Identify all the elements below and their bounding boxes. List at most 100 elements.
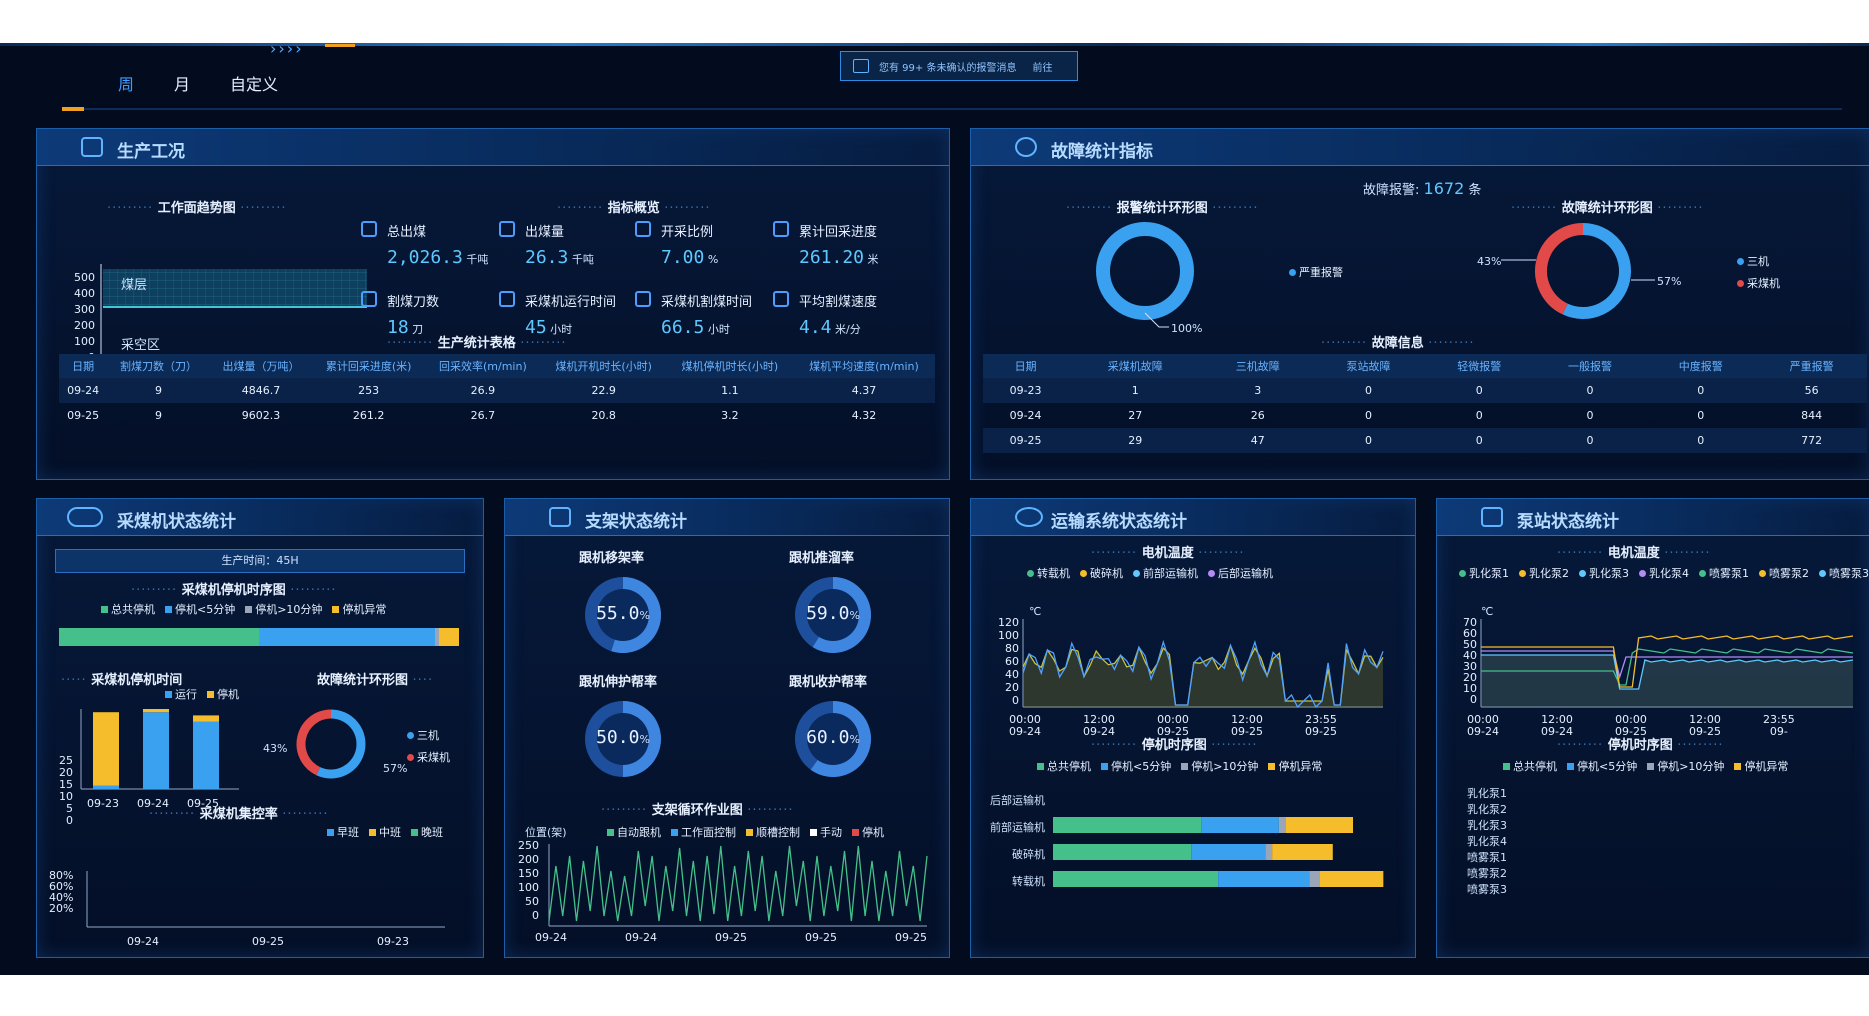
legend-item[interactable]: 喷雾泵2	[1759, 565, 1809, 581]
seq-segment[interactable]	[259, 628, 435, 646]
legend-item[interactable]: 停机	[852, 824, 884, 840]
legend-item[interactable]: 顺槽控制	[746, 824, 800, 840]
legend-label: 停机>10分钟	[1191, 760, 1259, 773]
ring-segment[interactable]	[296, 709, 332, 776]
table-row[interactable]: 09-23 1 3 0 0 0 0 56	[983, 378, 1867, 403]
cluster-legend: 早班 中班 晚班	[327, 824, 443, 840]
column-header[interactable]: 日期	[59, 354, 108, 378]
run-bar[interactable]	[93, 785, 119, 789]
seq-segment[interactable]	[1053, 844, 1192, 860]
legend-item[interactable]: 前部运输机	[1133, 565, 1198, 581]
legend-item[interactable]: 后部运输机	[1208, 565, 1273, 581]
tab-custom[interactable]: 自定义	[230, 71, 278, 95]
shearer-icon	[67, 507, 103, 527]
legend-item[interactable]: 停机<5分钟	[1567, 758, 1637, 774]
goto-link[interactable]: 前往	[1032, 59, 1052, 74]
legend-item[interactable]: 总共停机	[1037, 758, 1091, 774]
legend-label: 破碎机	[1090, 567, 1123, 580]
metric-icon	[361, 221, 377, 237]
column-header[interactable]: 煤机平均速度(m/min)	[792, 354, 935, 378]
metric-label: 割煤刀数	[387, 295, 440, 310]
column-header[interactable]: 出煤量（万吨）	[209, 354, 313, 378]
seq-segment[interactable]	[1319, 871, 1384, 887]
tab-week[interactable]: 周	[118, 71, 134, 95]
seq-segment[interactable]	[1218, 871, 1310, 887]
stop-bar[interactable]	[143, 709, 169, 713]
stop-bar[interactable]	[93, 712, 119, 786]
temp-y-tick: 0	[1012, 694, 1019, 707]
run-bar[interactable]	[193, 721, 219, 789]
seq-segment[interactable]	[439, 628, 459, 646]
seq-segment[interactable]	[1053, 817, 1202, 833]
column-header[interactable]: 严重报警	[1756, 354, 1867, 378]
seq-segment[interactable]	[1309, 871, 1320, 887]
tab-month[interactable]: 月	[174, 71, 190, 95]
table-cell: 0	[1364, 409, 1372, 422]
legend-item[interactable]: 乳化泵4	[1639, 565, 1689, 581]
seq-segment[interactable]	[1191, 844, 1266, 860]
trend-y-tick: 200	[74, 319, 95, 332]
legend-item[interactable]: 自动跟机	[607, 824, 661, 840]
legend-item[interactable]: 总共停机	[101, 601, 155, 617]
fault-panel: 故障统计指标 故障报警: 1672 条 ········· 报警统计环形图 ··…	[970, 128, 1869, 480]
legend-item[interactable]: 停机>10分钟	[1181, 758, 1258, 774]
column-header[interactable]: 日期	[983, 354, 1069, 378]
legend-item[interactable]: 乳化泵2	[1519, 565, 1569, 581]
bar-chart-icon	[1481, 507, 1503, 527]
seq-segment[interactable]	[1053, 871, 1219, 887]
legend-item[interactable]: 转载机	[1027, 565, 1070, 581]
legend-item[interactable]: 停机>10分钟	[1647, 758, 1724, 774]
panel-title: 运输系统状态统计	[1051, 512, 1187, 532]
column-header[interactable]: 回采效率(m/min)	[425, 354, 541, 378]
legend-item[interactable]: 停机异常	[1268, 758, 1322, 774]
run-bar[interactable]	[143, 712, 169, 789]
seq-segment[interactable]	[1272, 844, 1333, 860]
legend-item[interactable]: 乳化泵3	[1579, 565, 1629, 581]
support-panel: 支架状态统计 跟机移架率 55.0% 跟机推溜率 59.0% 跟机伸护帮率 50.0% 跟机…	[504, 498, 950, 958]
column-header[interactable]: 轻微报警	[1423, 354, 1535, 378]
legend-item[interactable]: 停机<5分钟	[165, 601, 235, 617]
legend-item[interactable]: 停机>10分钟	[245, 601, 322, 617]
metric-icon	[773, 221, 789, 237]
legend-item[interactable]: 喷雾泵3	[1819, 565, 1869, 581]
seq-segment[interactable]	[1201, 817, 1279, 833]
column-header[interactable]: 一般报警	[1534, 354, 1646, 378]
seq-segment[interactable]	[1278, 817, 1286, 833]
legend-item[interactable]: 停机异常	[1734, 758, 1788, 774]
production-table-title: ········· 生产统计表格 ·········	[387, 336, 567, 351]
legend-item[interactable]: 喷雾泵1	[1699, 565, 1749, 581]
column-header[interactable]: 累计回采进度(米)	[312, 354, 426, 378]
cycle-line[interactable]	[548, 845, 928, 922]
seq-segment[interactable]	[1265, 844, 1273, 860]
table-row[interactable]: 09-24 9 4846.7 253 26.9 22.9 1.1 4.37	[59, 378, 935, 403]
table-row[interactable]: 09-24 27 26 0 0 0 0 844	[983, 403, 1867, 428]
legend-item[interactable]: 破碎机	[1080, 565, 1123, 581]
metric-unit: 米	[864, 253, 879, 266]
transport-temp-legend: 转载机 破碎机 前部运输机 后部运输机	[1027, 565, 1273, 581]
column-header[interactable]: 煤机停机时长(小时)	[666, 354, 793, 378]
alarm-notification[interactable]: 您有 99+ 条未确认的报警消息 前往	[840, 51, 1078, 81]
legend-item[interactable]: 乳化泵1	[1459, 565, 1509, 581]
ring-segment[interactable]	[316, 709, 366, 779]
column-header[interactable]: 三机故障	[1202, 354, 1314, 378]
stop-bar[interactable]	[193, 715, 219, 722]
column-header[interactable]: 煤机开机时长(小时)	[540, 354, 667, 378]
legend-label: 工作面控制	[681, 826, 736, 839]
column-header[interactable]: 泵站故障	[1313, 354, 1424, 378]
legend-item[interactable]: 停机<5分钟	[1101, 758, 1171, 774]
table-row[interactable]: 09-25 9 9602.3 261.2 26.7 20.8 3.2 4.32	[59, 403, 935, 428]
table-cell: 26.9	[425, 378, 541, 403]
legend-item[interactable]: 总共停机	[1503, 758, 1557, 774]
table-row[interactable]: 09-25 29 47 0 0 0 0 772	[983, 428, 1867, 453]
column-header[interactable]: 割煤刀数（刀）	[107, 354, 210, 378]
seq-segment[interactable]	[59, 628, 259, 646]
table-cell: 9	[107, 378, 210, 403]
legend-item[interactable]: 手动	[810, 824, 842, 840]
column-header[interactable]: 采煤机故障	[1068, 354, 1203, 378]
legend-item[interactable]: 工作面控制	[671, 824, 736, 840]
legend-item[interactable]: 停机异常	[332, 601, 386, 617]
column-header[interactable]: 中度报警	[1645, 354, 1757, 378]
seq-segment[interactable]	[435, 628, 439, 646]
metric-value: 7.00 %	[661, 247, 718, 268]
seq-segment[interactable]	[1285, 817, 1353, 833]
